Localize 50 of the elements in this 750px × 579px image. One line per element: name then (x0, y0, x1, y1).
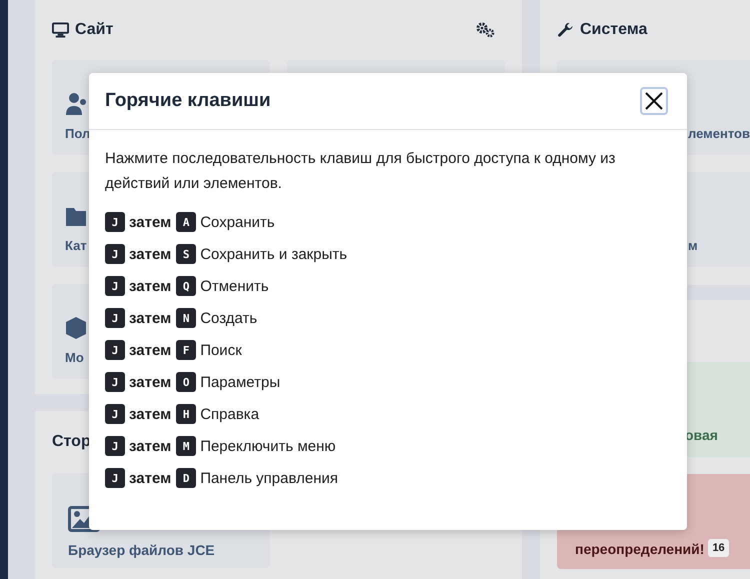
then-label: затем (129, 374, 172, 390)
key-cap: J (105, 436, 125, 456)
key-cap: F (176, 340, 196, 360)
action-label: Отменить (200, 278, 269, 294)
key-cap: Q (176, 276, 196, 296)
action-label: Создать (200, 310, 258, 326)
key-cap: J (105, 404, 125, 424)
then-label: затем (129, 342, 172, 358)
action-label: Поиск (200, 342, 242, 358)
key-cap: J (105, 276, 125, 296)
panel-title: Система (580, 21, 648, 39)
dialog-title: Горячие клавиши (105, 90, 271, 112)
key-cap: M (176, 436, 196, 456)
action-label: Переключить меню (200, 438, 336, 454)
key-cap: J (105, 340, 125, 360)
panel-title: Стор (52, 433, 91, 451)
then-label: затем (129, 310, 172, 326)
key-cap: D (176, 468, 196, 488)
key-cap: J (105, 244, 125, 264)
key-cap: O (176, 372, 196, 392)
action-label: Сохранить и закрыть (200, 246, 348, 262)
card-label: м (688, 238, 698, 253)
panel-title: Сайт (75, 21, 114, 39)
card-label: лементов (688, 126, 750, 141)
key-cap: N (176, 308, 196, 328)
then-label: затем (129, 278, 172, 294)
action-label: Параметры (200, 374, 280, 390)
action-label: Сохранить (200, 214, 275, 230)
key-cap: S (176, 244, 196, 264)
action-label: Панель управления (200, 470, 338, 486)
key-cap: A (176, 212, 196, 232)
key-cap: H (176, 404, 196, 424)
action-label: Справка (200, 406, 260, 422)
card-label: Кат (65, 238, 87, 253)
key-cap: J (105, 212, 125, 232)
intro-text: Нажмите последовательность клавиш для быстрого доступа к одному из действий или элементов. (105, 149, 616, 194)
key-cap: J (105, 372, 125, 392)
card-label: Мо (65, 350, 84, 365)
card-label: Пол (65, 126, 90, 141)
key-cap: J (105, 308, 125, 328)
count-badge: 16 (708, 539, 729, 557)
status-text: переопределений! (575, 541, 704, 557)
card-label: Браузер файлов JCE (68, 542, 215, 558)
then-label: затем (129, 438, 172, 454)
then-label: затем (129, 470, 172, 486)
then-label: затем (129, 246, 172, 262)
then-label: затем (129, 406, 172, 422)
key-cap: J (105, 468, 125, 488)
then-label: затем (129, 214, 172, 230)
status-text: овая (685, 427, 718, 443)
